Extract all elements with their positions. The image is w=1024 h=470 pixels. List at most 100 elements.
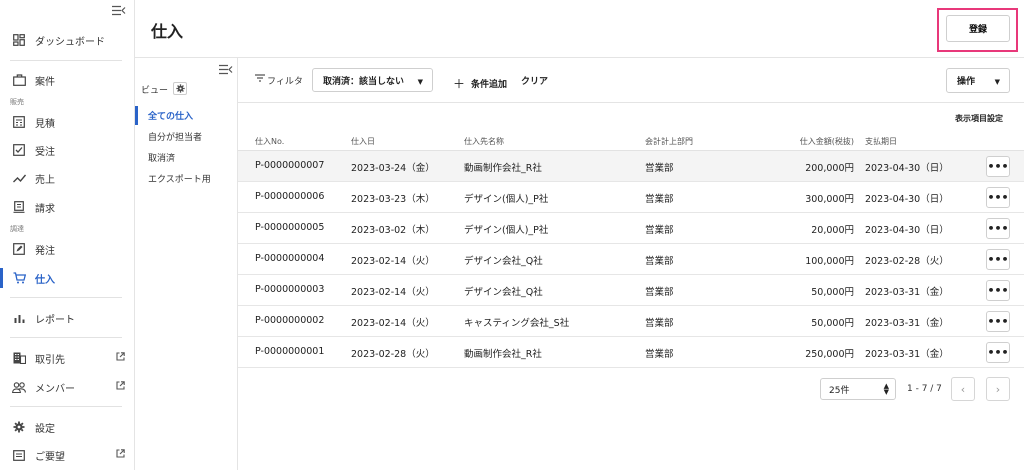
cell-vendor: デザイン会社_Q社 <box>464 256 543 267</box>
invoice-icon <box>12 200 26 214</box>
table-row[interactable]: P-0000000005 2023-03-02（木） デザイン(個人)_P社 営… <box>238 213 1024 244</box>
row-more-button[interactable]: ••• <box>986 156 1010 177</box>
caret-down-icon: ▼ <box>994 78 1000 86</box>
view-item-all[interactable]: 全ての仕入 <box>135 105 237 126</box>
nav-purchase-orders[interactable]: 発注 <box>0 237 134 261</box>
nav-purchase-orders-label: 発注 <box>35 245 55 257</box>
cell-amount: 100,000円 <box>805 256 854 267</box>
table-row[interactable]: P-0000000006 2023-03-23（木） デザイン(個人)_P社 営… <box>238 182 1024 213</box>
page-size-select[interactable]: 25件 ▲ ▼ <box>820 378 896 400</box>
edit-square-icon <box>12 242 26 256</box>
header-date[interactable]: 仕入日 <box>351 136 375 147</box>
row-more-button[interactable]: ••• <box>986 218 1010 239</box>
bar-chart-icon <box>12 311 26 325</box>
column-settings-link[interactable]: 表示項目設定 <box>955 113 1003 124</box>
divider <box>10 406 122 407</box>
calculator-icon <box>12 115 26 129</box>
nav-purchases[interactable]: 仕入 <box>0 266 134 290</box>
table-row[interactable]: P-0000000002 2023-02-14（火） キャスティング会社_S社 … <box>238 306 1024 337</box>
section-procurement-label: 調達 <box>10 225 24 233</box>
cell-no: P-0000000006 <box>255 191 325 202</box>
header-no[interactable]: 仕入No. <box>255 136 284 147</box>
nav-members[interactable]: メンバー <box>0 375 134 399</box>
cell-due: 2023-03-31（金） <box>865 349 949 360</box>
table-row[interactable]: P-0000000001 2023-02-28（火） 動画制作会社_R社 営業部… <box>238 337 1024 368</box>
nav-reports-label: レポート <box>35 314 75 326</box>
cell-due: 2023-02-28（火） <box>865 256 949 267</box>
row-more-button[interactable]: ••• <box>986 311 1010 332</box>
table-row[interactable]: P-0000000004 2023-02-14（火） デザイン会社_Q社 営業部… <box>238 244 1024 275</box>
cell-dept: 営業部 <box>645 349 674 360</box>
cell-vendor: デザイン会社_Q社 <box>464 287 543 298</box>
table-row[interactable]: P-0000000003 2023-02-14（火） デザイン会社_Q社 営業部… <box>238 275 1024 306</box>
page-title: 仕入 <box>151 22 184 41</box>
row-more-button[interactable]: ••• <box>986 249 1010 270</box>
cell-dept: 営業部 <box>645 318 674 329</box>
divider <box>10 297 122 298</box>
cell-date: 2023-03-02（木） <box>351 225 435 236</box>
collapse-sidebar-icon[interactable] <box>112 5 126 17</box>
row-more-button[interactable]: ••• <box>986 342 1010 363</box>
header-dept[interactable]: 会計計上部門 <box>645 136 693 147</box>
nav-clients[interactable]: 取引先 <box>0 346 134 370</box>
dashboard-icon <box>12 33 26 47</box>
operations-label: 操作 <box>957 77 976 87</box>
view-item-export[interactable]: エクスポート用 <box>135 168 237 189</box>
next-page-button[interactable]: › <box>986 377 1010 401</box>
add-condition-button[interactable]: ＋ 条件追加 <box>453 74 507 91</box>
register-button[interactable]: 登録 <box>946 15 1010 42</box>
sidebar: ダッシュボード 案件 販売 見積 受注 売上 請求 調達 発注 仕入 レポート … <box>0 0 135 470</box>
cell-dept: 営業部 <box>645 225 674 236</box>
nav-billing[interactable]: 請求 <box>0 195 134 219</box>
cell-date: 2023-03-23（木） <box>351 194 435 205</box>
nav-dashboard[interactable]: ダッシュボード <box>0 28 134 52</box>
cell-date: 2023-02-28（火） <box>351 349 435 360</box>
nav-estimates[interactable]: 見積 <box>0 110 134 134</box>
add-condition-label: 条件追加 <box>471 80 508 90</box>
header-vendor[interactable]: 仕入先名称 <box>464 136 504 147</box>
view-item-mine[interactable]: 自分が担当者 <box>135 126 237 147</box>
divider <box>10 60 122 61</box>
row-more-button[interactable]: ••• <box>986 187 1010 208</box>
page-range: 1 - 7 / 7 <box>907 384 942 394</box>
nav-orders-label: 受注 <box>35 146 55 158</box>
divider <box>10 337 122 338</box>
view-label: ビュー <box>141 86 169 96</box>
view-settings-gear-icon[interactable] <box>173 82 187 95</box>
filter-label[interactable]: フィルタ <box>267 74 303 87</box>
view-item-cancelled[interactable]: 取消済 <box>135 147 237 168</box>
nav-settings[interactable]: 設定 <box>0 415 134 439</box>
cell-vendor: 動画制作会社_R社 <box>464 163 542 174</box>
operations-dropdown[interactable]: 操作 ▼ <box>946 68 1010 93</box>
cell-no: P-0000000002 <box>255 315 325 326</box>
row-more-button[interactable]: ••• <box>986 280 1010 301</box>
header-amount[interactable]: 仕入金額(税抜) <box>800 136 854 147</box>
nav-requests[interactable]: ご要望 <box>0 443 134 467</box>
cell-date: 2023-02-14（火） <box>351 287 435 298</box>
nav-projects[interactable]: 案件 <box>0 68 134 92</box>
cell-no: P-0000000001 <box>255 346 325 357</box>
collapse-view-panel-icon[interactable] <box>219 64 233 78</box>
nav-sales[interactable]: 売上 <box>0 166 134 190</box>
cell-amount: 200,000円 <box>805 163 854 174</box>
nav-orders[interactable]: 受注 <box>0 138 134 162</box>
nav-purchases-label: 仕入 <box>35 274 55 286</box>
table-row[interactable]: P-0000000007 2023-03-24（金） 動画制作会社_R社 営業部… <box>238 151 1024 182</box>
clear-button[interactable]: クリア <box>521 74 548 87</box>
nav-reports[interactable]: レポート <box>0 306 134 330</box>
updown-icon: ▲ ▼ <box>883 382 889 396</box>
cell-no: P-0000000007 <box>255 160 325 171</box>
external-link-icon <box>116 352 125 364</box>
cell-vendor: デザイン(個人)_P社 <box>464 194 549 205</box>
nav-requests-label: ご要望 <box>35 451 65 463</box>
prev-page-button[interactable]: ‹ <box>951 377 975 401</box>
cart-icon <box>12 271 26 285</box>
external-link-icon <box>116 449 125 461</box>
header-due[interactable]: 支払期日 <box>865 136 897 147</box>
filter-icon[interactable] <box>255 74 265 85</box>
message-icon <box>12 448 26 462</box>
external-link-icon <box>116 381 125 393</box>
nav-billing-label: 請求 <box>35 203 55 215</box>
caret-down-icon: ▼ <box>417 78 423 86</box>
filter-chip-cancelled[interactable]: 取消済：該当しない ▼ <box>312 68 433 92</box>
